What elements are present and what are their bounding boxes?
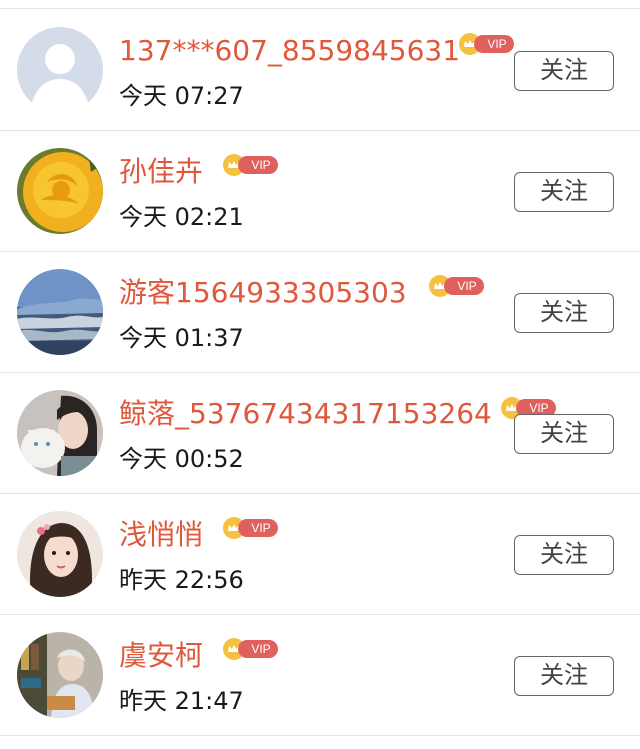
user-name[interactable]: 137***607_8559845631 [119,33,460,69]
yellow-flower-avatar[interactable] [17,148,103,234]
visit-time: 今天 01:37 [119,324,244,352]
follow-list-screen: 137***607_8559845631 VIP 今天 07:27 关注 孙佳卉… [0,0,640,749]
illustration-avatar[interactable] [17,632,103,718]
vip-badge: VIP [428,274,484,298]
mountain-landscape-avatar[interactable] [17,269,103,355]
visit-time: 今天 00:52 [119,445,244,473]
top-divider [0,8,640,9]
woman-portrait-avatar[interactable] [17,511,103,597]
vip-label: VIP [474,35,514,53]
list-item[interactable]: 137***607_8559845631 VIP 今天 07:27 关注 [0,10,640,131]
follow-button[interactable]: 关注 [514,51,614,91]
vip-badge: VIP [222,637,278,661]
vip-label: VIP [238,640,278,658]
user-name[interactable]: 游客1564933305303 [119,275,407,311]
vip-label: VIP [444,277,484,295]
vip-badge: VIP [222,516,278,540]
user-name[interactable]: 鲸落_53767434317153264 [119,396,492,432]
vip-badge: VIP [458,32,514,56]
follow-button[interactable]: 关注 [514,172,614,212]
user-name[interactable]: 浅悄悄 [119,517,203,553]
user-name[interactable]: 孙佳卉 [119,154,203,190]
girl-with-cat-avatar[interactable] [17,390,103,476]
follow-button[interactable]: 关注 [514,293,614,333]
vip-label: VIP [238,519,278,537]
visit-time: 今天 02:21 [119,203,244,231]
list-item[interactable]: 浅悄悄 VIP 昨天 22:56 关注 [0,494,640,615]
list-item[interactable]: 孙佳卉 VIP 今天 02:21 关注 [0,131,640,252]
list-item[interactable]: 鲸落_53767434317153264 VIP 今天 00:52 关注 [0,373,640,494]
user-name[interactable]: 虞安柯 [119,638,203,674]
visit-time: 今天 07:27 [119,82,244,110]
follow-button[interactable]: 关注 [514,535,614,575]
follow-button[interactable]: 关注 [514,414,614,454]
follow-button[interactable]: 关注 [514,656,614,696]
visit-time: 昨天 21:47 [119,687,244,715]
vip-badge: VIP [222,153,278,177]
default-person-avatar[interactable] [17,27,103,113]
list-item[interactable]: 虞安柯 VIP 昨天 21:47 关注 [0,615,640,736]
visit-time: 昨天 22:56 [119,566,244,594]
list-item[interactable]: 游客1564933305303 VIP 今天 01:37 关注 [0,252,640,373]
vip-label: VIP [238,156,278,174]
